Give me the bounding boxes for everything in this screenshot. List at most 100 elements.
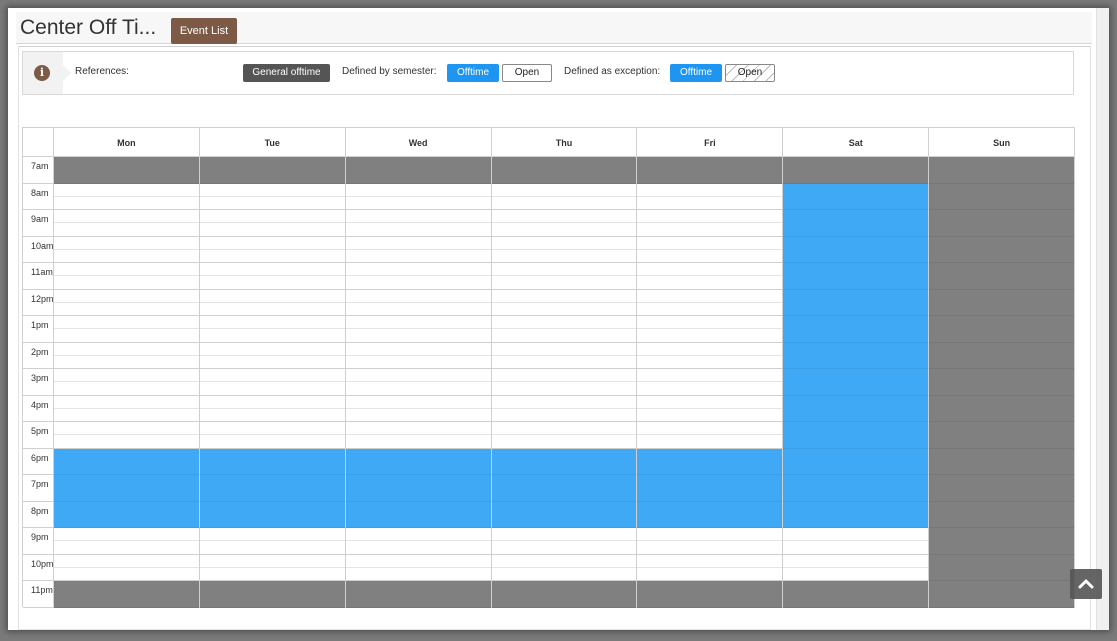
time-slot[interactable]	[199, 408, 345, 422]
time-slot[interactable]	[199, 528, 345, 542]
time-slot[interactable]	[637, 369, 783, 383]
time-slot[interactable]	[54, 501, 199, 515]
time-slot[interactable]	[54, 183, 199, 197]
time-slot[interactable]	[345, 448, 491, 462]
time-slot[interactable]	[637, 501, 783, 515]
time-slot[interactable]	[783, 355, 929, 369]
time-slot[interactable]	[54, 581, 199, 595]
time-slot[interactable]	[637, 196, 783, 210]
time-slot[interactable]	[491, 157, 637, 171]
time-slot[interactable]	[637, 488, 783, 502]
time-slot[interactable]	[929, 276, 1074, 290]
time-slot[interactable]	[54, 435, 199, 449]
time-slot[interactable]	[929, 236, 1074, 250]
time-slot[interactable]	[783, 276, 929, 290]
time-slot[interactable]	[783, 448, 929, 462]
time-slot[interactable]	[199, 329, 345, 343]
time-slot[interactable]	[345, 435, 491, 449]
time-slot[interactable]	[345, 249, 491, 263]
time-slot[interactable]	[345, 594, 491, 608]
time-slot[interactable]	[783, 408, 929, 422]
time-slot[interactable]	[54, 196, 199, 210]
time-slot[interactable]	[199, 475, 345, 489]
time-slot[interactable]	[491, 594, 637, 608]
time-slot[interactable]	[929, 554, 1074, 568]
time-slot[interactable]	[345, 157, 491, 171]
time-slot[interactable]	[929, 514, 1074, 528]
time-slot[interactable]	[491, 501, 637, 515]
time-slot[interactable]	[199, 316, 345, 330]
time-slot[interactable]	[637, 170, 783, 184]
time-slot[interactable]	[345, 581, 491, 595]
time-slot[interactable]	[54, 316, 199, 330]
time-slot[interactable]	[783, 210, 929, 224]
time-slot[interactable]	[199, 263, 345, 277]
time-slot[interactable]	[54, 567, 199, 581]
time-slot[interactable]	[199, 435, 345, 449]
time-slot[interactable]	[54, 276, 199, 290]
time-slot[interactable]	[345, 501, 491, 515]
time-slot[interactable]	[54, 369, 199, 383]
time-slot[interactable]	[54, 210, 199, 224]
time-slot[interactable]	[345, 528, 491, 542]
time-slot[interactable]	[345, 382, 491, 396]
time-slot[interactable]	[929, 355, 1074, 369]
time-slot[interactable]	[637, 461, 783, 475]
time-slot[interactable]	[54, 236, 199, 250]
time-slot[interactable]	[199, 249, 345, 263]
time-slot[interactable]	[491, 382, 637, 396]
time-slot[interactable]	[491, 408, 637, 422]
time-slot[interactable]	[199, 567, 345, 581]
time-slot[interactable]	[199, 196, 345, 210]
time-slot[interactable]	[783, 316, 929, 330]
time-slot[interactable]	[199, 342, 345, 356]
time-slot[interactable]	[637, 289, 783, 303]
time-slot[interactable]	[491, 276, 637, 290]
time-slot[interactable]	[199, 223, 345, 237]
time-slot[interactable]	[345, 541, 491, 555]
time-slot[interactable]	[637, 422, 783, 436]
time-slot[interactable]	[929, 223, 1074, 237]
time-slot[interactable]	[54, 289, 199, 303]
time-slot[interactable]	[929, 263, 1074, 277]
time-slot[interactable]	[491, 355, 637, 369]
time-slot[interactable]	[491, 541, 637, 555]
time-slot[interactable]	[929, 528, 1074, 542]
time-slot[interactable]	[199, 355, 345, 369]
time-slot[interactable]	[54, 382, 199, 396]
time-slot[interactable]	[491, 183, 637, 197]
time-slot[interactable]	[345, 302, 491, 316]
time-slot[interactable]	[929, 329, 1074, 343]
time-slot[interactable]	[929, 435, 1074, 449]
time-slot[interactable]	[637, 210, 783, 224]
time-slot[interactable]	[491, 249, 637, 263]
time-slot[interactable]	[345, 475, 491, 489]
time-slot[interactable]	[637, 581, 783, 595]
time-slot[interactable]	[54, 355, 199, 369]
event-list-button[interactable]: Event List	[171, 18, 237, 44]
time-slot[interactable]	[345, 554, 491, 568]
time-slot[interactable]	[54, 302, 199, 316]
time-slot[interactable]	[345, 369, 491, 383]
time-slot[interactable]	[345, 223, 491, 237]
time-slot[interactable]	[637, 435, 783, 449]
time-slot[interactable]	[491, 475, 637, 489]
time-slot[interactable]	[345, 196, 491, 210]
time-slot[interactable]	[199, 382, 345, 396]
time-slot[interactable]	[637, 541, 783, 555]
time-slot[interactable]	[929, 157, 1074, 171]
time-slot[interactable]	[345, 210, 491, 224]
time-slot[interactable]	[491, 236, 637, 250]
time-slot[interactable]	[491, 581, 637, 595]
time-slot[interactable]	[783, 196, 929, 210]
time-slot[interactable]	[491, 170, 637, 184]
time-slot[interactable]	[637, 302, 783, 316]
time-slot[interactable]	[491, 316, 637, 330]
time-slot[interactable]	[491, 448, 637, 462]
time-slot[interactable]	[783, 183, 929, 197]
time-slot[interactable]	[637, 223, 783, 237]
time-slot[interactable]	[199, 448, 345, 462]
time-slot[interactable]	[929, 183, 1074, 197]
time-slot[interactable]	[929, 567, 1074, 581]
time-slot[interactable]	[345, 236, 491, 250]
